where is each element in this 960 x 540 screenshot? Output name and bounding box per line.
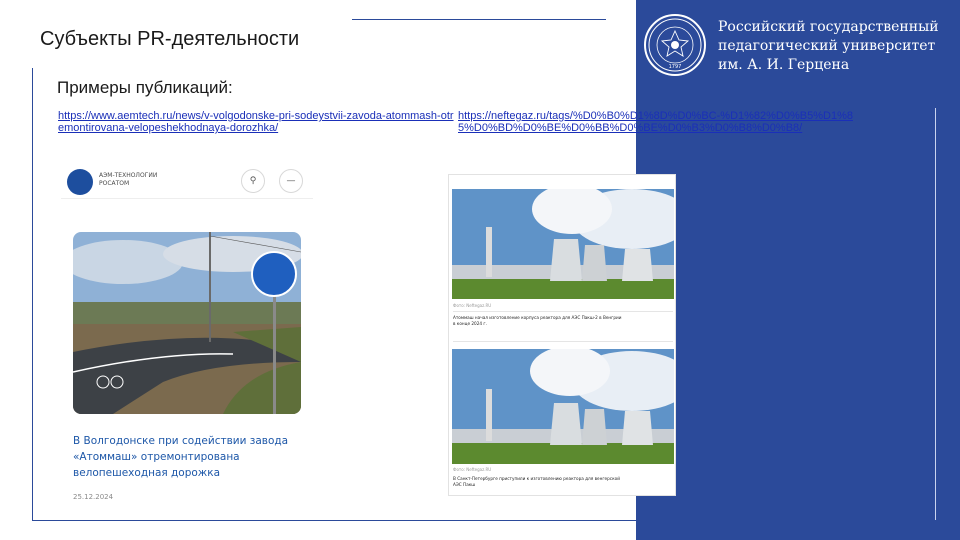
article-screenshot-aemtech: АЭМ-ТЕХНОЛОГИИ РОСАТОМ ⚲ — В Волгодонске… xyxy=(61,163,313,515)
bike-path-photo xyxy=(73,232,301,414)
university-name: Российский государственный педагогически… xyxy=(718,18,939,75)
university-name-line: педагогический университет xyxy=(718,38,936,54)
article-date: 25.12.2024 xyxy=(73,493,114,501)
photo-source: Фото: Neftegaz.RU xyxy=(453,303,492,308)
photo-source: Фото: Neftegaz.RU xyxy=(453,467,492,472)
site-header: АЭМ-ТЕХНОЛОГИИ РОСАТОМ ⚲ — xyxy=(61,163,313,199)
article-headline-line: велопешеходная дорожка xyxy=(73,467,221,479)
rosatom-logo-icon xyxy=(67,169,93,195)
article-headline-line: «Атоммаш» отремонтирована xyxy=(73,451,240,463)
search-icon[interactable]: ⚲ xyxy=(241,169,265,193)
university-name-line: Российский государственный xyxy=(718,19,939,35)
university-name-line: им. А. И. Герцена xyxy=(718,57,850,73)
panel-frame-line xyxy=(935,108,936,520)
news-caption: Атоммаш начал изготовление корпуса реакт… xyxy=(453,315,673,327)
site-brand-line: АЭМ-ТЕХНОЛОГИИ xyxy=(99,172,158,179)
article-headline-line: В Волгодонске при содействии завода xyxy=(73,435,289,447)
content-frame-left xyxy=(32,68,33,521)
header-divider xyxy=(352,19,606,20)
nuclear-plant-photo xyxy=(452,189,674,299)
site-brand-line: РОСАТОМ xyxy=(99,180,130,187)
news-caption-line: в конце 2024 г. xyxy=(453,321,487,326)
separator xyxy=(453,341,673,342)
separator xyxy=(453,311,673,312)
slide-title: Субъекты PR-деятельности xyxy=(40,28,300,50)
site-brand: АЭМ-ТЕХНОЛОГИИ РОСАТОМ xyxy=(99,172,157,188)
article-headline: В Волгодонске при содействии завода «Ато… xyxy=(73,433,301,481)
seal-year: 1797 xyxy=(669,64,682,70)
news-caption: В Санкт-Петербурге приступили к изготовл… xyxy=(453,476,673,488)
slide-subtitle: Примеры публикаций: xyxy=(57,78,233,97)
article-screenshot-neftegaz: Фото: Neftegaz.RU Атоммаш начал изготовл… xyxy=(448,174,676,496)
news-caption-line: АЭС Пакш xyxy=(453,482,476,487)
content-frame-bottom xyxy=(32,520,640,521)
university-seal-icon: 1797 xyxy=(644,14,706,76)
brand-panel xyxy=(636,0,960,540)
publication-link-aemtech[interactable]: https://www.aemtech.ru/news/v-volgodonsk… xyxy=(58,110,454,134)
nuclear-plant-photo xyxy=(452,349,674,464)
menu-icon[interactable]: — xyxy=(279,169,303,193)
publication-link-neftegaz[interactable]: https://neftegaz.ru/tags/%D0%B0%D1%8D%D0… xyxy=(458,110,858,134)
